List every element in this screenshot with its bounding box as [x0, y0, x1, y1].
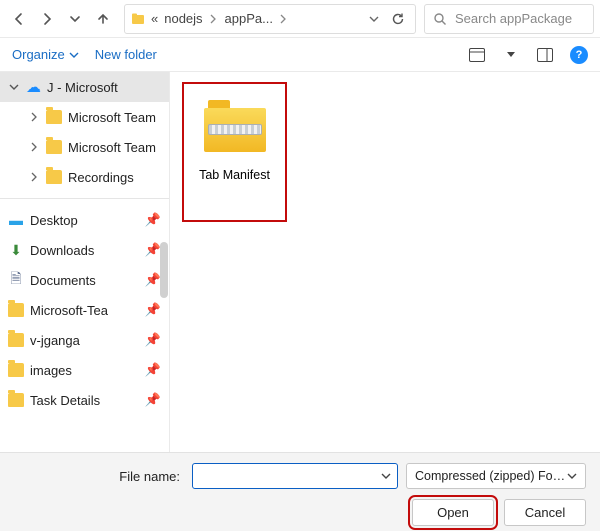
forward-button[interactable]	[34, 6, 60, 32]
layout-icon	[469, 48, 485, 62]
zip-folder-icon	[204, 100, 266, 152]
chevron-down-icon	[567, 471, 577, 481]
folder-icon	[8, 333, 24, 347]
arrow-left-icon	[11, 11, 27, 27]
pin-icon: 📌	[145, 212, 161, 228]
quick-access-item[interactable]: Microsoft-Tea 📌	[0, 295, 169, 325]
quick-access-item[interactable]: Task Details 📌	[0, 385, 169, 415]
chevron-right-icon	[28, 112, 40, 122]
file-list-pane[interactable]: Tab Manifest	[170, 72, 600, 452]
breadcrumb-dropdown[interactable]	[363, 8, 385, 30]
chevron-down-icon	[368, 13, 380, 25]
quick-access-item[interactable]: images 📌	[0, 355, 169, 385]
tree-item[interactable]: Microsoft Team	[0, 132, 169, 162]
tree-item[interactable]: Microsoft Team	[0, 102, 169, 132]
back-button[interactable]	[6, 6, 32, 32]
folder-icon	[46, 170, 62, 184]
quick-access-item[interactable]: 🗎 Documents 📌	[0, 265, 169, 295]
quick-access-item[interactable]: v-jganga 📌	[0, 325, 169, 355]
file-name-label: File name:	[14, 469, 184, 484]
file-type-filter[interactable]: Compressed (zipped) Folder	[406, 463, 586, 489]
arrow-right-icon	[39, 11, 55, 27]
pin-icon: 📌	[145, 332, 161, 348]
sidebar: ☁ J - Microsoft Microsoft Team Microsoft…	[0, 72, 170, 452]
chevron-down-icon	[8, 82, 20, 92]
arrow-up-icon	[95, 11, 111, 27]
preview-pane-button[interactable]	[536, 46, 554, 64]
file-tile-tab-manifest[interactable]: Tab Manifest	[182, 82, 287, 222]
documents-icon: 🗎	[8, 272, 24, 288]
sidebar-divider	[0, 198, 169, 199]
search-placeholder: Search appPackage	[455, 11, 572, 26]
recent-locations-button[interactable]	[62, 6, 88, 32]
tree-item[interactable]: Recordings	[0, 162, 169, 192]
organize-menu[interactable]: Organize	[12, 47, 79, 62]
chevron-right-icon	[28, 172, 40, 182]
onedrive-icon: ☁	[26, 80, 41, 95]
open-button[interactable]: Open	[412, 499, 494, 526]
folder-icon	[8, 393, 24, 407]
navigation-toolbar: « nodejs appPa... Search appPackage	[0, 0, 600, 38]
file-name-input[interactable]	[192, 463, 398, 489]
breadcrumb-segment[interactable]: appPa...	[225, 11, 273, 26]
pin-icon: 📌	[145, 362, 161, 378]
quick-access-item[interactable]: ⬇ Downloads 📌	[0, 235, 169, 265]
chevron-down-icon	[69, 50, 79, 60]
folder-icon	[46, 140, 62, 154]
file-tile-label: Tab Manifest	[199, 168, 270, 182]
chevron-right-icon	[209, 14, 219, 24]
dialog-body: ☁ J - Microsoft Microsoft Team Microsoft…	[0, 72, 600, 452]
chevron-down-icon	[68, 12, 82, 26]
quick-access-item[interactable]: ▬ Desktop 📌	[0, 205, 169, 235]
up-button[interactable]	[90, 6, 116, 32]
downloads-icon: ⬇	[8, 242, 24, 258]
scrollbar-thumb[interactable]	[160, 242, 168, 298]
pin-icon: 📌	[145, 392, 161, 408]
folder-ellipsis-icon	[131, 12, 145, 26]
organize-toolbar: Organize New folder ?	[0, 38, 600, 72]
breadcrumb[interactable]: « nodejs appPa...	[124, 4, 416, 34]
chevron-right-icon	[28, 142, 40, 152]
chevron-right-icon	[279, 14, 289, 24]
folder-icon	[8, 363, 24, 377]
desktop-icon: ▬	[8, 212, 24, 228]
pin-icon: 📌	[145, 242, 161, 258]
preview-pane-icon	[537, 48, 553, 62]
view-options-button[interactable]	[468, 46, 486, 64]
refresh-icon	[391, 12, 405, 26]
pin-icon: 📌	[145, 302, 161, 318]
search-input[interactable]: Search appPackage	[424, 4, 594, 34]
breadcrumb-segment[interactable]: nodejs	[164, 11, 202, 26]
new-folder-button[interactable]: New folder	[95, 47, 157, 62]
search-icon	[433, 12, 447, 26]
pin-icon: 📌	[145, 272, 161, 288]
tree-item-root[interactable]: ☁ J - Microsoft	[0, 72, 169, 102]
help-button[interactable]: ?	[570, 46, 588, 64]
breadcrumb-prefix: «	[151, 11, 158, 26]
view-dropdown[interactable]	[502, 46, 520, 64]
caret-down-icon	[507, 51, 515, 59]
chevron-down-icon[interactable]	[381, 471, 391, 481]
cancel-button[interactable]: Cancel	[504, 499, 586, 526]
folder-icon	[46, 110, 62, 124]
refresh-button[interactable]	[387, 8, 409, 30]
dialog-footer: File name: Compressed (zipped) Folder Op…	[0, 452, 600, 531]
folder-icon	[8, 303, 24, 317]
